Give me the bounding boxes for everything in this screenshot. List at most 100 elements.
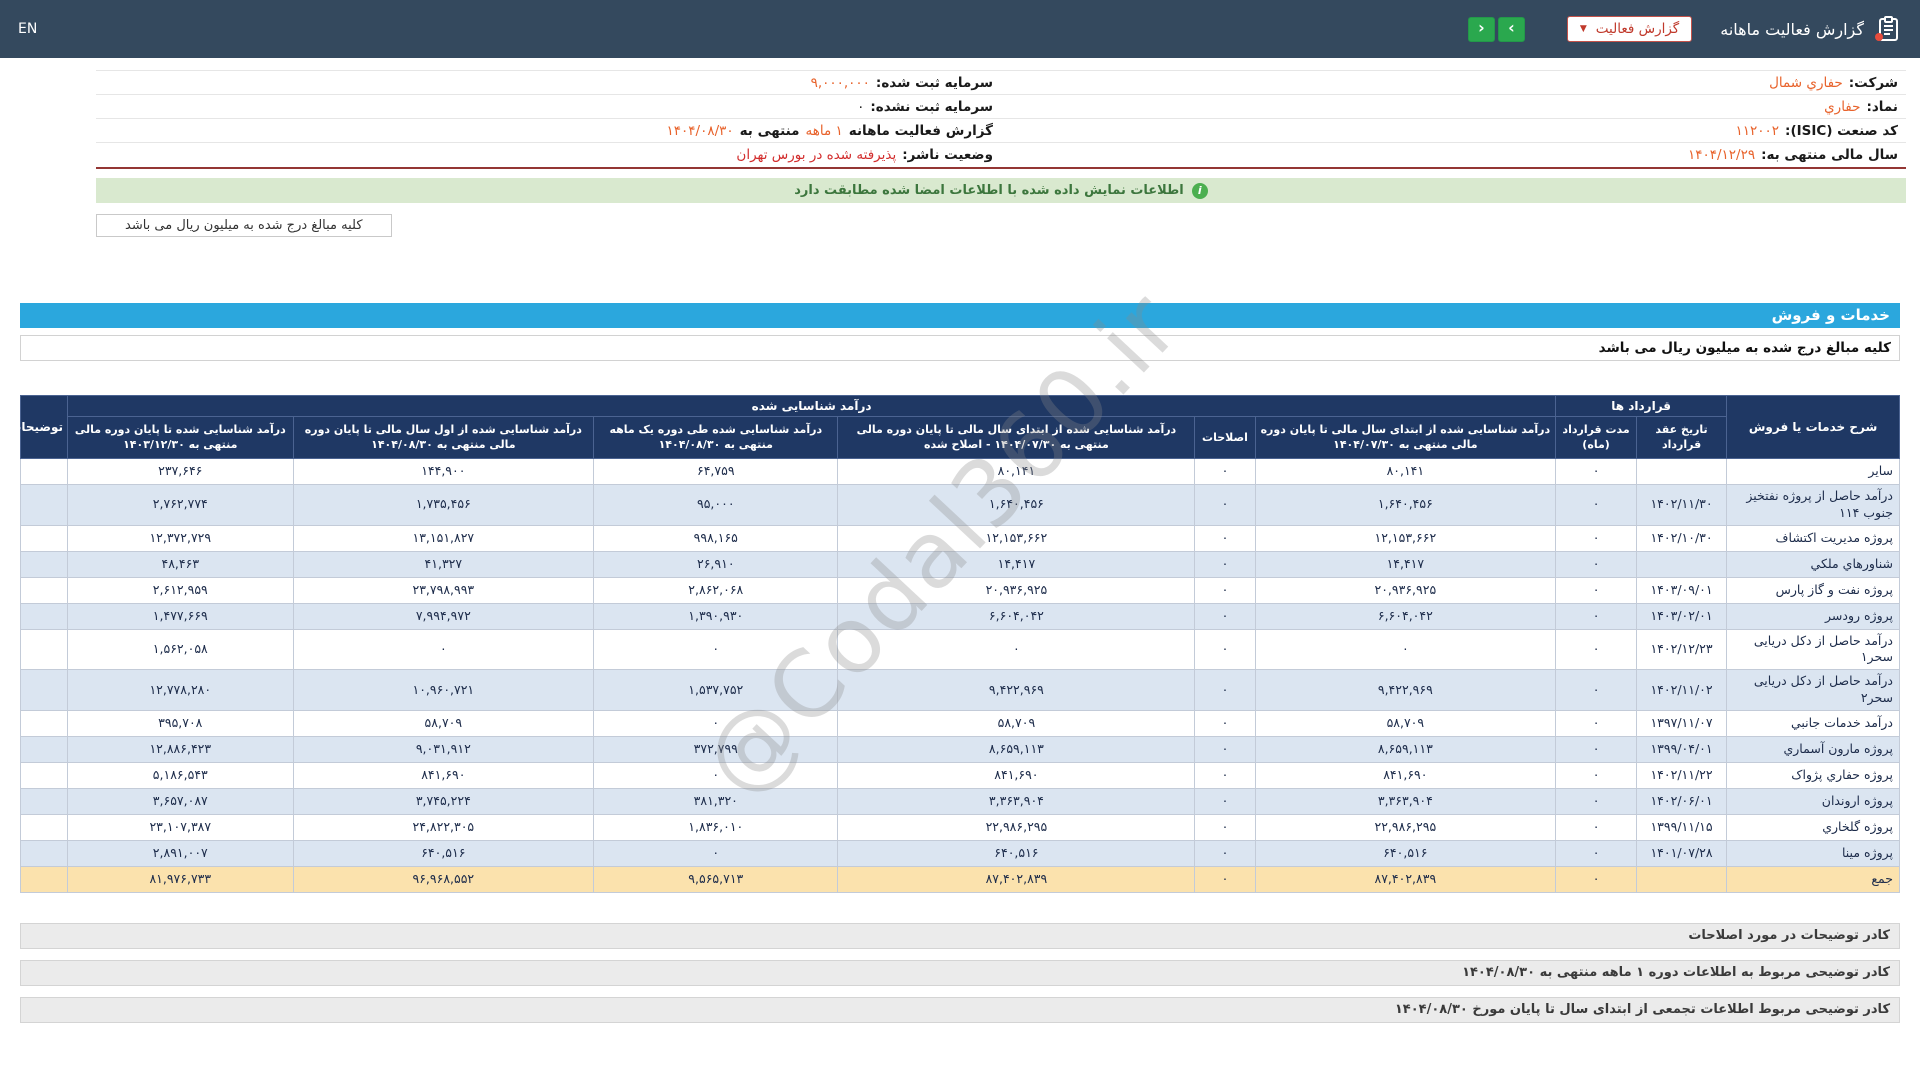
cell-rev-total: ۲۳,۷۹۸,۹۹۳	[292, 576, 595, 604]
footer-note-cumulative[interactable]: کادر توضیحی مربوط اطلاعات تجمعی از ابتدا…	[20, 997, 1900, 1024]
total-row: جمع ۰ ۸۷,۴۰۲,۸۳۹ ۰ ۸۷,۴۰۲,۸۳۹ ۹,۵۶۵,۷۱۳ ۹۶,۹۶۸…	[19, 866, 1900, 894]
table-row: درآمد حاصل از دکل دریایی سحر۱ ۱۴۰۲/۱۲/۲۳ ۰…	[19, 628, 1900, 671]
cell-corrections: ۰	[1194, 840, 1256, 868]
report-period-length: ۱ ماهه	[805, 122, 843, 139]
isic-value: ۱۱۲۰۰۲	[1735, 122, 1780, 139]
cell-corrections: ۰	[1194, 710, 1256, 738]
cell-rev-before: ۲۰,۹۳۶,۹۲۵	[1254, 576, 1557, 604]
cell-name: سایر	[1726, 457, 1900, 485]
isic-label: کد صنعت (ISIC):	[1785, 122, 1898, 139]
cell-duration: ۰	[1555, 628, 1637, 671]
report-type-dropdown[interactable]: گزارش فعالیت ▼	[1566, 16, 1693, 42]
report-period-date: ۱۴۰۴/۰۸/۳۰	[666, 122, 734, 139]
cell-rev-total: ۲۴,۸۲۲,۳۰۵	[292, 814, 595, 842]
col-header-rev-corrected: درآمد شناسایی شده از ابتدای سال مالی تا …	[837, 416, 1196, 459]
cell-corrections: ۰	[1194, 628, 1256, 671]
cell-rev-corrected: ۸۰,۱۴۱	[837, 457, 1196, 485]
cell-notes	[19, 866, 69, 894]
cell-rev-before: ۸۰,۱۴۱	[1254, 457, 1557, 485]
fiscal-year-label: سال مالی منتهی به:	[1761, 147, 1898, 163]
cell-corrections: ۰	[1194, 483, 1256, 526]
footer-note-corrections[interactable]: کادر توضیحات در مورد اصلاحات	[20, 923, 1900, 950]
cell-duration: ۰	[1555, 576, 1637, 604]
cell-notes	[19, 576, 69, 604]
report-type-label: گزارش فعالیت	[1595, 21, 1680, 37]
col-header-description: شرح خدمات یا فروش	[1726, 395, 1900, 459]
footer-note-month[interactable]: کادر توضیحی مربوط به اطلاعات دوره ۱ ماهه…	[20, 960, 1900, 987]
chevron-down-icon: ▼	[1579, 24, 1587, 34]
company-label: شرکت:	[1848, 74, 1898, 91]
cell-rev-total: ۹,۰۳۱,۹۱۲	[292, 736, 595, 764]
cell-corrections: ۰	[1194, 550, 1256, 578]
table-row: سایر ۰ ۸۰,۱۴۱ ۰ ۸۰,۱۴۱ ۶۴,۷۵۹ ۱۴۴,۹۰۰ ۲۳۷,۶۴۶	[19, 457, 1900, 485]
signature-notice: i اطلاعات نمایش داده شده با اطلاعات امضا…	[96, 178, 1906, 203]
table-row: پروژه مارون آسماري ۱۳۹۹/۰۴/۰۱ ۰ ۸,۶۵۹,۱۱۳ ۰ ۸…	[19, 736, 1900, 764]
cell-contract-date: ۱۴۰۲/۱۱/۲۲	[1635, 762, 1728, 790]
info-registered-capital: سرمایه ثبت شده: ۹,۰۰۰,۰۰۰	[96, 71, 1001, 95]
cell-contract-date: ۱۴۰۲/۰۶/۰۱	[1635, 788, 1728, 816]
cell-contract-date	[1635, 457, 1728, 485]
cell-contract-date: ۱۴۰۱/۰۷/۲۸	[1635, 840, 1728, 868]
cell-notes	[19, 710, 69, 738]
language-toggle[interactable]: EN	[18, 21, 37, 37]
cell-contract-date: ۱۴۰۳/۰۹/۰۱	[1635, 576, 1728, 604]
cell-rev-month: ۶۴,۷۵۹	[593, 457, 839, 485]
cell-rev-prev: ۱۲,۷۷۸,۲۸۰	[67, 669, 294, 712]
cell-contract-date: ۱۴۰۲/۱۲/۲۳	[1635, 628, 1728, 671]
info-report-period: گزارش فعالیت ماهانه ۱ ماهه منتهی به ۱۴۰۴…	[96, 119, 1001, 143]
cell-rev-prev: ۲,۶۱۲,۹۵۹	[67, 576, 294, 604]
cell-duration: ۰	[1555, 483, 1637, 526]
unregistered-capital-value: ۰	[857, 98, 865, 115]
cell-rev-total: ۱۰,۹۶۰,۷۲۱	[292, 669, 595, 712]
cell-rev-prev: ۲,۷۶۲,۷۷۴	[67, 483, 294, 526]
cell-rev-prev: ۳,۶۵۷,۰۸۷	[67, 788, 294, 816]
cell-notes	[19, 762, 69, 790]
topbar: گزارش فعالیت ماهانه گزارش فعالیت ▼ › ‹ E…	[0, 0, 1920, 58]
cell-contract-date: ۱۳۹۹/۱۱/۱۵	[1635, 814, 1728, 842]
cell-name: پروژه گلخاري	[1726, 814, 1900, 842]
info-fiscal-year: سال مالی منتهی به: ۱۴۰۴/۱۲/۲۹	[1001, 143, 1906, 167]
cell-notes	[19, 628, 69, 671]
cell-rev-prev: ۱۲,۳۷۲,۷۲۹	[67, 524, 294, 552]
info-isic: کد صنعت (ISIC): ۱۱۲۰۰۲	[1001, 119, 1906, 143]
table-row: پروژه مدیریت اکتشاف ۱۴۰۲/۱۰/۳۰ ۰ ۱۲,۱۵۳,۶۶۲…	[19, 524, 1900, 552]
cell-rev-month: ۲,۸۶۲,۰۶۸	[593, 576, 839, 604]
cell-notes	[19, 736, 69, 764]
symbol-label: نماد:	[1866, 98, 1898, 115]
company-link[interactable]: حفاري شمال	[1769, 75, 1843, 91]
col-header-rev-before: درآمد شناسایی شده از ابتدای سال مالی تا …	[1254, 416, 1557, 459]
cell-notes	[19, 550, 69, 578]
cell-rev-corrected: ۸,۶۵۹,۱۱۳	[837, 736, 1196, 764]
cell-rev-corrected: ۲۲,۹۸۶,۲۹۵	[837, 814, 1196, 842]
table-row: شناورهاي ملكي ۰ ۱۴,۴۱۷ ۰ ۱۴,۴۱۷ ۲۶,۹۱۰ ۴۱,۳۲۷ ۴…	[19, 550, 1900, 578]
cell-rev-month: ۰	[593, 628, 839, 671]
cell-rev-month: ۹۵,۰۰۰	[593, 483, 839, 526]
cell-name: جمع	[1726, 866, 1900, 894]
cell-rev-before: ۶,۶۰۴,۰۴۲	[1254, 602, 1557, 630]
section-header: خدمات و فروش	[20, 303, 1900, 328]
cell-rev-corrected: ۶,۶۰۴,۰۴۲	[837, 602, 1196, 630]
cell-notes	[19, 602, 69, 630]
cell-rev-month: ۳۸۱,۳۲۰	[593, 788, 839, 816]
publisher-status-label: وضعیت ناشر:	[902, 147, 993, 163]
cell-corrections: ۰	[1194, 736, 1256, 764]
cell-notes	[19, 524, 69, 552]
symbol-link[interactable]: حفاري	[1824, 99, 1860, 115]
cell-name: درآمد خدمات جانبي	[1726, 710, 1900, 738]
cell-name: پروژه مارون آسماري	[1726, 736, 1900, 764]
col-header-rev-month: درآمد شناسایی شده طی دوره یک ماهه منتهی …	[593, 416, 839, 459]
cell-rev-month: ۰	[593, 840, 839, 868]
nav-left-button[interactable]: ‹	[1467, 16, 1495, 42]
cell-contract-date: ۱۴۰۲/۱۱/۰۲	[1635, 669, 1728, 712]
info-unregistered-capital: سرمایه ثبت نشده: ۰	[96, 95, 1001, 119]
cell-notes	[19, 788, 69, 816]
cell-name: پروژه مینا	[1726, 840, 1900, 868]
cell-rev-month: ۱,۳۹۰,۹۳۰	[593, 602, 839, 630]
cell-contract-date: ۱۴۰۲/۱۱/۳۰	[1635, 483, 1728, 526]
nav-right-button[interactable]: ›	[1497, 16, 1525, 42]
cell-rev-total: ۱۴۴,۹۰۰	[292, 457, 595, 485]
cell-duration: ۰	[1555, 840, 1637, 868]
units-tab[interactable]: کلیه مبالغ درج شده به میلیون ریال می باش…	[96, 214, 392, 237]
cell-rev-before: ۱۴,۴۱۷	[1254, 550, 1557, 578]
cell-rev-prev: ۴۸,۴۶۳	[67, 550, 294, 578]
